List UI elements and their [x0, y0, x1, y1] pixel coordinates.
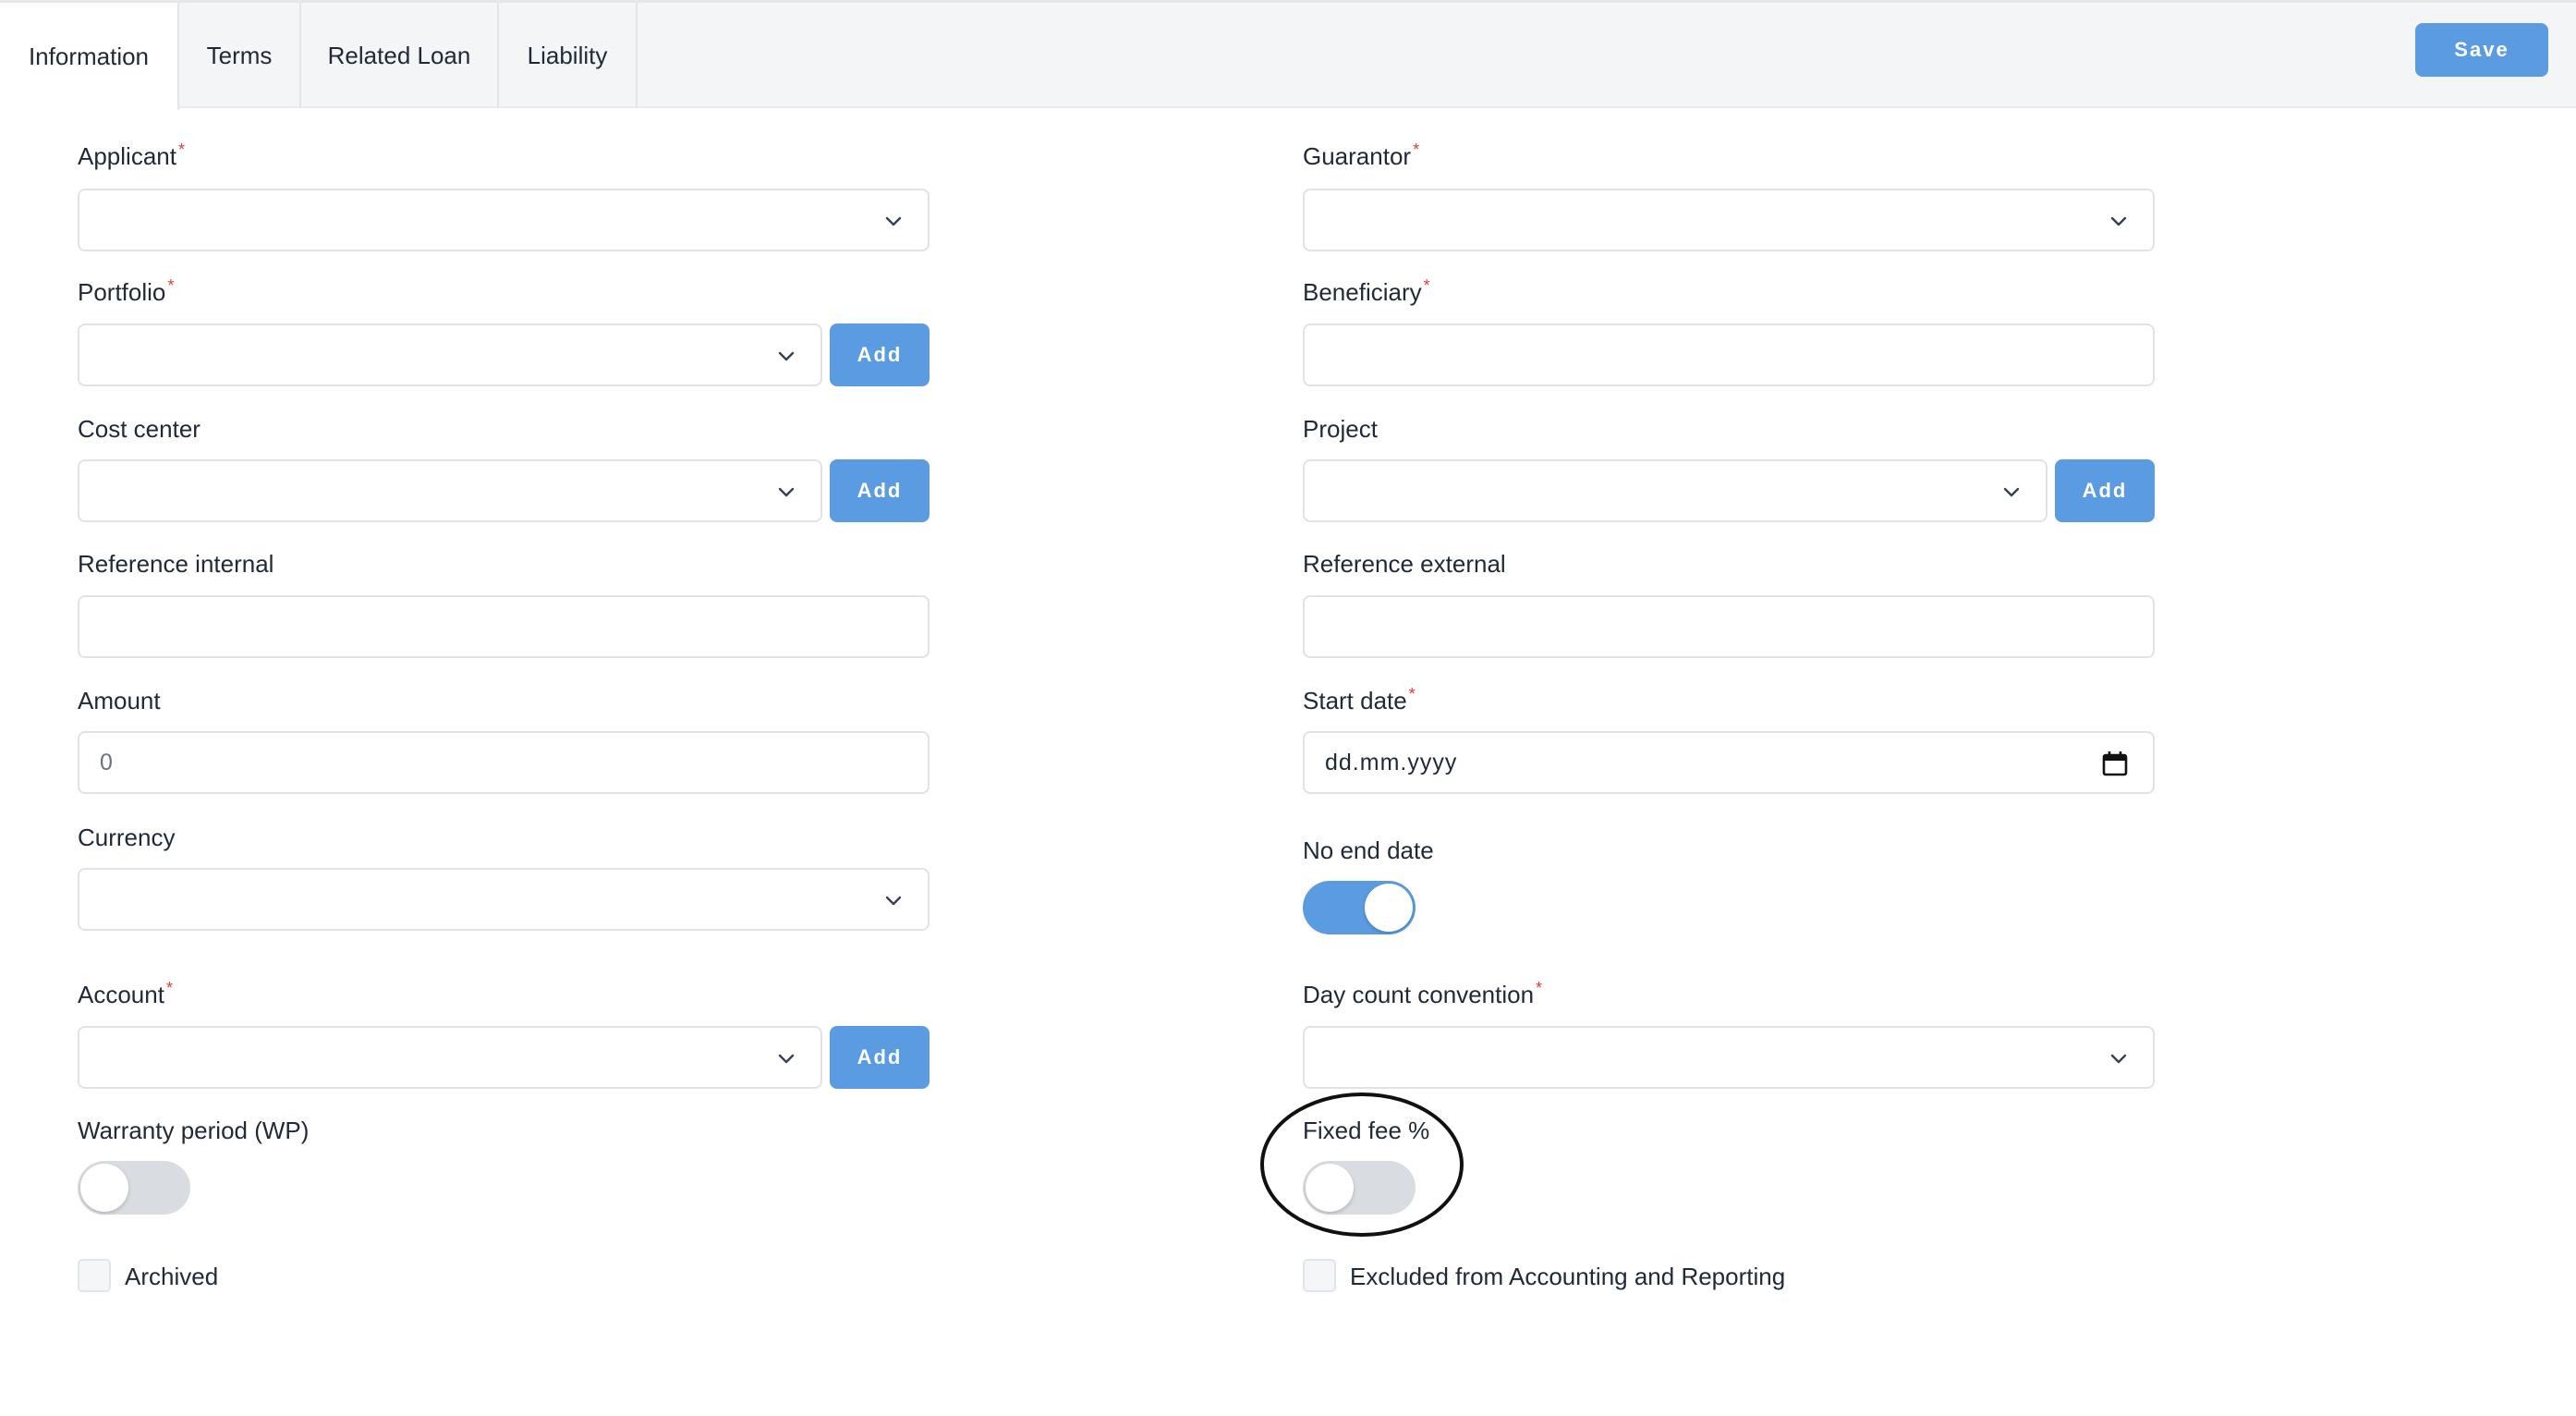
- tab-terms[interactable]: Terms: [179, 3, 301, 108]
- warranty-period-label: Warranty period (WP): [78, 1117, 310, 1144]
- portfolio-select[interactable]: [78, 323, 822, 386]
- excluded-label: Excluded from Accounting and Reporting: [1350, 1263, 1786, 1290]
- reference-internal-input[interactable]: [78, 595, 930, 658]
- chevron-down-icon: [2003, 487, 2020, 497]
- chevron-down-icon: [778, 1054, 795, 1064]
- toggle-knob: [1365, 884, 1413, 932]
- chevron-down-icon: [2110, 1054, 2127, 1064]
- excluded-checkbox[interactable]: [1303, 1259, 1336, 1292]
- toggle-knob: [80, 1164, 128, 1212]
- chevron-down-icon: [885, 896, 902, 906]
- project-label: Project: [1303, 415, 1378, 443]
- beneficiary-input[interactable]: [1303, 323, 2155, 386]
- start-date-input[interactable]: dd.mm.yyyy: [1303, 731, 2155, 794]
- project-select[interactable]: [1303, 459, 2047, 522]
- account-select[interactable]: [78, 1026, 822, 1089]
- cost-center-select[interactable]: [78, 459, 822, 522]
- portfolio-label: Portfolio *: [78, 276, 175, 306]
- archived-checkbox[interactable]: [78, 1259, 111, 1292]
- reference-external-input[interactable]: [1303, 595, 2155, 658]
- chevron-down-icon: [885, 216, 902, 226]
- tab-liability[interactable]: Liability: [499, 3, 638, 108]
- amount-input[interactable]: 0: [78, 731, 930, 794]
- guarantor-label: Guarantor *: [1303, 140, 1420, 170]
- applicant-select[interactable]: [78, 189, 930, 251]
- day-count-convention-select[interactable]: [1303, 1026, 2155, 1089]
- start-date-label: Start date *: [1303, 685, 1416, 714]
- add-account-button[interactable]: Add: [830, 1026, 930, 1089]
- tab-information[interactable]: Information: [0, 3, 179, 110]
- guarantor-select[interactable]: [1303, 189, 2155, 251]
- add-project-button[interactable]: Add: [2055, 459, 2155, 522]
- warranty-period-toggle[interactable]: [78, 1161, 190, 1215]
- day-count-convention-label: Day count convention *: [1303, 979, 1543, 1008]
- chevron-down-icon: [778, 487, 795, 497]
- cost-center-label: Cost center: [78, 415, 200, 443]
- save-button[interactable]: Save: [2415, 23, 2548, 77]
- currency-select[interactable]: [78, 868, 930, 931]
- amount-label: Amount: [78, 687, 161, 714]
- no-end-date-label: No end date: [1303, 836, 1434, 864]
- add-cost-center-button[interactable]: Add: [830, 459, 930, 522]
- highlight-ellipse: [1260, 1093, 1464, 1237]
- currency-label: Currency: [78, 824, 176, 851]
- reference-internal-label: Reference internal: [78, 550, 274, 578]
- tab-bar: Information Terms Related Loan Liability…: [0, 3, 2576, 110]
- chevron-down-icon: [778, 351, 795, 361]
- beneficiary-label: Beneficiary *: [1303, 276, 1430, 306]
- applicant-label: Applicant *: [78, 140, 185, 170]
- no-end-date-toggle[interactable]: [1303, 881, 1416, 934]
- reference-external-label: Reference external: [1303, 550, 1506, 578]
- archived-label: Archived: [125, 1263, 219, 1290]
- tab-related-loan[interactable]: Related Loan: [301, 3, 499, 108]
- account-label: Account *: [78, 979, 173, 1008]
- calendar-icon[interactable]: [2101, 750, 2129, 777]
- add-portfolio-button[interactable]: Add: [830, 323, 930, 386]
- chevron-down-icon: [2110, 216, 2127, 226]
